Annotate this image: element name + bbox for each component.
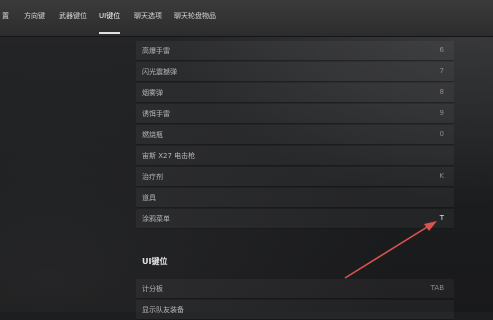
keybind-row-flashbang[interactable]: 闪光震撼弹 7: [136, 62, 454, 82]
keybind-row-scoreboard[interactable]: 计分板 TAB: [136, 279, 454, 299]
keybind-key: T: [439, 214, 444, 222]
settings-tab-bar: 置 方向键 武器键位 UI键位 聊天选项 聊天轮盘物品: [0, 0, 493, 37]
keybind-row-zeus[interactable]: 宙斯 X27 电击枪: [136, 146, 454, 166]
tab-chat-wheel-items[interactable]: 聊天轮盘物品: [174, 11, 216, 21]
keybind-label: 显示队友装备: [142, 306, 184, 314]
keybind-label: 高爆手雷: [142, 47, 170, 55]
keybind-row-smoke[interactable]: 烟雾弹 8: [136, 83, 454, 103]
keybind-label: 宙斯 X27 电击枪: [142, 152, 196, 160]
ui-keys-section-title: UI键位: [142, 257, 168, 266]
keybind-key: K: [439, 172, 444, 180]
tab-direction-keys[interactable]: 方向键: [24, 11, 45, 21]
tab-partial-left[interactable]: 置: [2, 11, 9, 21]
keybind-key: 7: [439, 67, 444, 75]
keybind-label: 闪光震撼弹: [142, 68, 177, 76]
keybind-row-healthshot[interactable]: 治疗剂 K: [136, 167, 454, 187]
keybind-row-graffiti-menu[interactable]: 涂鸦菜单 T: [136, 209, 454, 229]
keybind-row-decoy[interactable]: 诱饵手雷 9: [136, 104, 454, 124]
keybind-key: 9: [439, 109, 444, 117]
keybind-key: 8: [439, 88, 444, 96]
keybind-row-show-team-equipment[interactable]: 显示队友装备: [136, 300, 454, 320]
tab-weapon-keys[interactable]: 武器键位: [59, 11, 87, 21]
keybind-key: 0: [439, 130, 444, 138]
keybind-label: 诱饵手雷: [142, 110, 170, 118]
keybind-label: 燃烧瓶: [142, 131, 163, 139]
tab-ui-keys[interactable]: UI键位: [99, 11, 121, 34]
keybind-row-items[interactable]: 道具: [136, 188, 454, 208]
keybind-row-molotov[interactable]: 燃烧瓶 0: [136, 125, 454, 145]
tab-chat-options[interactable]: 聊天选项: [134, 11, 162, 21]
keybind-key: TAB: [430, 284, 444, 292]
keybind-label: 治疗剂: [142, 173, 163, 181]
keybind-label: 涂鸦菜单: [142, 215, 170, 223]
keybind-list: 高爆手雷 6 闪光震撼弹 7 烟雾弹 8 诱饵手雷 9 燃烧瓶 0 宙斯 X27…: [136, 36, 454, 320]
keybind-label: 道具: [142, 194, 156, 202]
keybind-row-he-grenade[interactable]: 高爆手雷 6: [136, 41, 454, 61]
keybind-label: 烟雾弹: [142, 89, 163, 97]
keybind-label: 计分板: [142, 285, 163, 293]
keybind-key: 6: [439, 46, 444, 54]
